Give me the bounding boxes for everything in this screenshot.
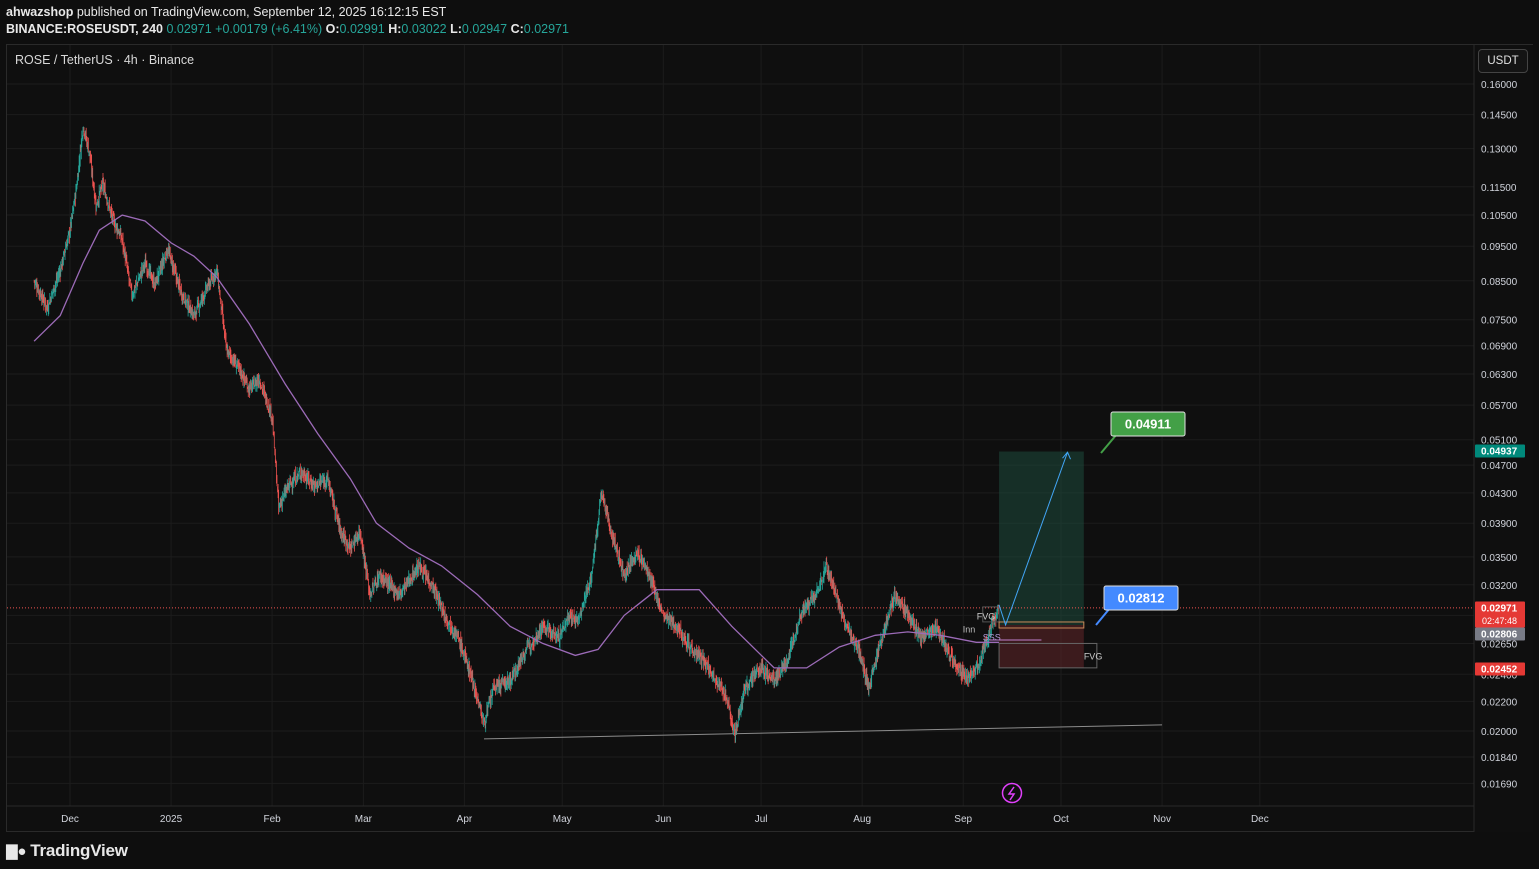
y-tick-label-4: 0.10500 [1481, 211, 1518, 222]
fvg-upper-label: FVG [977, 611, 996, 621]
y-tick-label-20: 0.02200 [1481, 697, 1518, 708]
stop-zone [999, 624, 1084, 668]
inner-label: Inn [963, 625, 976, 635]
y-tick-label-13: 0.04300 [1481, 489, 1518, 500]
x-tick-label-11: Nov [1153, 814, 1171, 825]
x-tick-label-7: Jul [755, 814, 768, 825]
chart-legend-title: ROSE / TetherUS · 4h · Binance [15, 53, 195, 67]
y-tick-label-18: 0.02650 [1481, 639, 1518, 650]
price-label-0: 0.04937 [1481, 447, 1518, 458]
price-label-1: 0.02971 [1481, 604, 1518, 615]
x-tick-label-8: Aug [853, 814, 871, 825]
countdown-label: 02:47:48 [1482, 616, 1517, 626]
y-tick-label-22: 0.01840 [1481, 753, 1518, 764]
target-zone [999, 451, 1084, 625]
y-tick-label-5: 0.09500 [1481, 242, 1518, 253]
y-tick-label-16: 0.03200 [1481, 581, 1518, 592]
x-tick-label-3: Mar [355, 814, 373, 825]
x-tick-label-5: May [553, 814, 572, 825]
x-tick-label-10: Oct [1053, 814, 1069, 825]
y-tick-label-8: 0.06900 [1481, 342, 1518, 353]
y-tick-label-23: 0.01690 [1481, 779, 1518, 790]
y-tick-label-21: 0.02000 [1481, 727, 1518, 738]
x-tick-label-9: Sep [954, 814, 972, 825]
price-label-3: 0.02452 [1481, 665, 1518, 676]
x-tick-label-4: Apr [457, 814, 473, 825]
support-trendline [483, 724, 1163, 740]
fvg-lower-label: FVG [1084, 652, 1103, 662]
x-tick-label-0: Dec [61, 814, 79, 825]
y-tick-label-9: 0.06300 [1481, 370, 1518, 381]
y-tick-label-14: 0.03900 [1481, 519, 1518, 530]
y-tick-label-6: 0.08500 [1481, 277, 1518, 288]
y-tick-label-2: 0.13000 [1481, 145, 1518, 156]
brand-name: TradingView [30, 841, 128, 860]
y-tick-label-3: 0.11500 [1481, 183, 1517, 194]
y-tick-label-12: 0.04700 [1481, 461, 1518, 472]
price-label-2: 0.02806 [1481, 630, 1518, 641]
sss-label: SSS [983, 633, 1001, 643]
x-tick-label-1: 2025 [160, 814, 183, 825]
x-tick-label-6: Jun [655, 814, 671, 825]
lightning-bolt [1007, 786, 1016, 801]
target-callout-pointer [1100, 433, 1118, 454]
target-callout-text: 0.04911 [1125, 417, 1171, 432]
x-tick-label-12: Dec [1251, 814, 1269, 825]
entry-callout-text: 0.02812 [1118, 591, 1165, 606]
y-tick-label-0: 0.16000 [1481, 80, 1518, 91]
lightning-icon [1001, 782, 1023, 804]
x-tick-label-2: Feb [263, 814, 281, 825]
brand-footer[interactable]: ▇● TradingView [6, 841, 128, 861]
tradingview-logo-icon: ▇● [6, 843, 27, 860]
currency-button[interactable]: USDT [1478, 49, 1528, 73]
y-tick-label-1: 0.14500 [1481, 111, 1518, 122]
y-tick-label-15: 0.03500 [1481, 553, 1518, 564]
y-tick-label-10: 0.05700 [1481, 401, 1518, 412]
y-tick-label-7: 0.07500 [1481, 316, 1518, 327]
price-chart[interactable]: 0.16000 0.14500 0.13000 0.11500 0.10500 0.095… [0, 0, 1539, 869]
entry-callout-pointer [1095, 607, 1111, 626]
